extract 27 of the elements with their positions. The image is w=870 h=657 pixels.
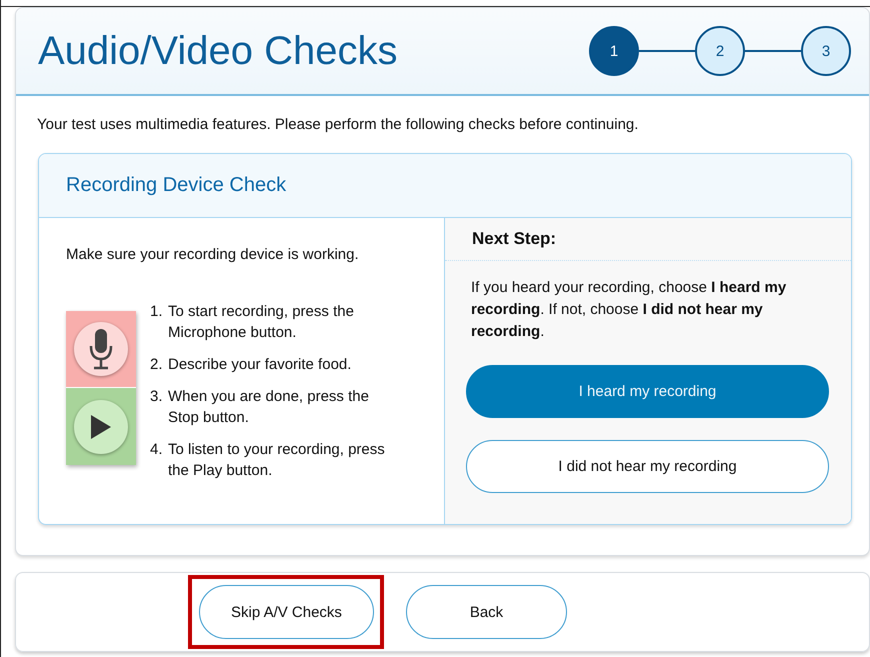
- microphone-button[interactable]: [66, 311, 136, 388]
- step-connector: [745, 50, 801, 52]
- step-number: 4.: [150, 440, 164, 460]
- not-heard-button[interactable]: I did not hear my recording: [466, 440, 829, 493]
- step-text: When you are done, press the Stop button.: [168, 387, 370, 428]
- step-number: 2.: [150, 355, 164, 375]
- card-title: Recording Device Check: [66, 174, 286, 197]
- step-number: 1.: [150, 302, 164, 322]
- skip-button[interactable]: Skip A/V Checks: [199, 585, 374, 639]
- next-step-text: If you heard your recording, choose I heard my recording. If not, choose I did not hear my recording.: [471, 278, 788, 342]
- microphone-icon: [88, 328, 114, 370]
- step-text: To listen to your recording, press the Play button.: [168, 440, 386, 481]
- play-icon: [90, 414, 112, 440]
- step-indicator: 3: [801, 26, 851, 76]
- step-number: 3.: [150, 387, 164, 407]
- step-text: Describe your favorite food.: [168, 355, 352, 375]
- step-connector: [639, 50, 695, 52]
- step-text: To start recording, press the Microphone button.: [168, 302, 355, 343]
- step-indicator: 1: [589, 26, 639, 76]
- heard-button[interactable]: I heard my recording: [466, 365, 829, 418]
- step-indicator: 2: [695, 26, 745, 76]
- page-title: Audio/Video Checks: [38, 28, 398, 74]
- next-step-heading: Next Step:: [472, 229, 556, 249]
- play-button[interactable]: [66, 388, 136, 465]
- intro-text: Your test uses multimedia features. Please perform the following checks before continuing.: [37, 116, 640, 133]
- back-button[interactable]: Back: [406, 585, 567, 639]
- instruction-text: Make sure your recording device is working.: [66, 246, 360, 263]
